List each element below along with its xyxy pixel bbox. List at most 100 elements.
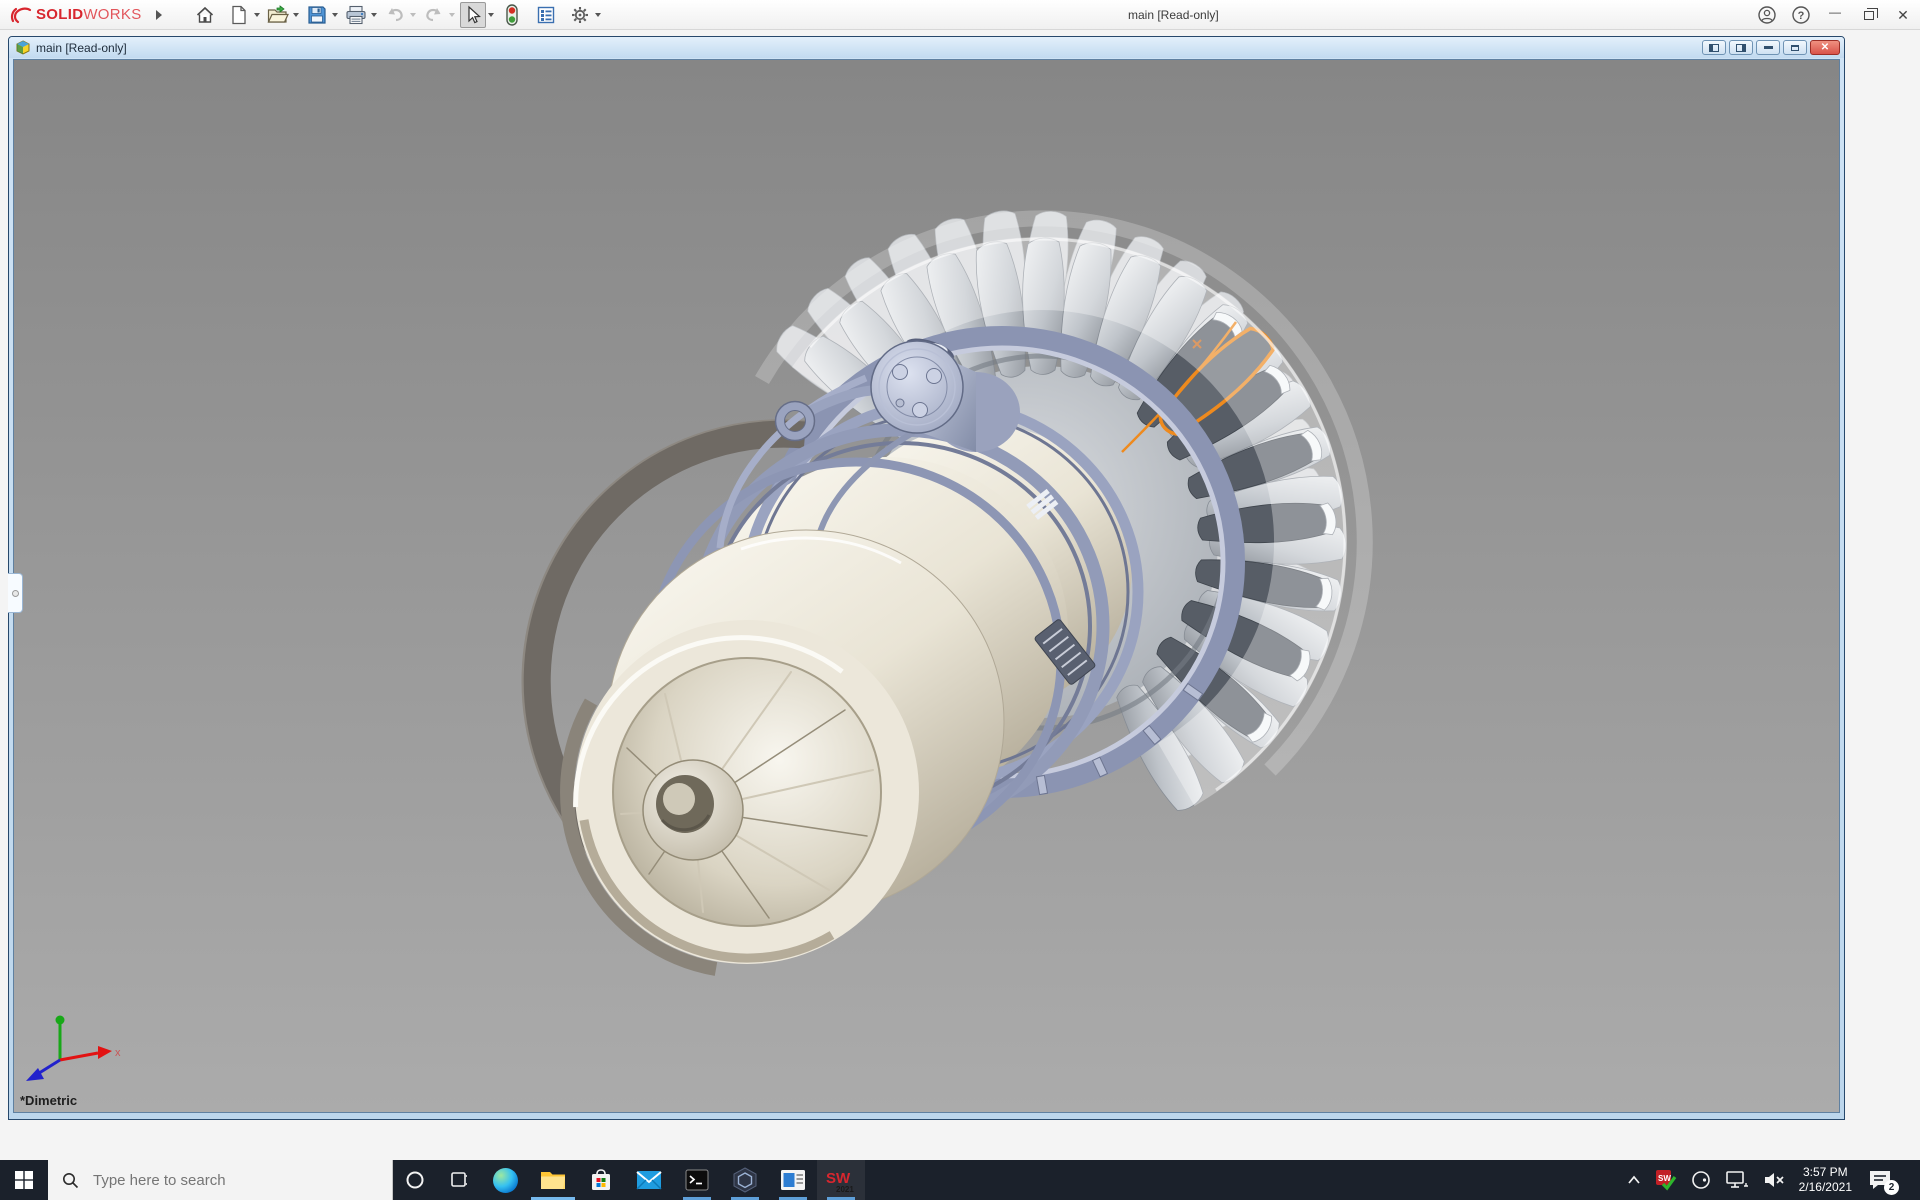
select-dropdown[interactable] — [488, 13, 494, 17]
home-button[interactable] — [192, 2, 218, 28]
flyout-tab-dot — [12, 590, 19, 597]
pane-left-icon — [1709, 44, 1719, 52]
document-title: main [Read-only] — [36, 41, 127, 55]
cortana-icon — [405, 1170, 425, 1190]
graphics-viewport[interactable]: x *Dimetric — [13, 59, 1840, 1113]
solidworks-logo[interactable]: SOLIDWORKS — [0, 5, 142, 25]
document-window: main [Read-only] ✕ — [8, 36, 1845, 1120]
system-tray: SW 3:57 PM 2/16/2021 — [1626, 1160, 1920, 1200]
doc-restore-button[interactable] — [1783, 40, 1807, 55]
restore-button[interactable] — [1852, 0, 1886, 30]
print-icon — [345, 5, 367, 25]
volume-muted-icon[interactable] — [1762, 1170, 1786, 1190]
new-file-icon — [230, 5, 248, 25]
windows-logo-icon — [15, 1171, 33, 1189]
clock-time: 3:57 PM — [1799, 1165, 1852, 1180]
print-button[interactable] — [343, 2, 369, 28]
action-center-button[interactable]: 2 — [1865, 1165, 1895, 1195]
assembly-document-icon — [15, 40, 31, 56]
help-button[interactable]: ? — [1784, 0, 1818, 30]
doc-close-button[interactable]: ✕ — [1810, 40, 1840, 55]
command-prompt-icon — [685, 1169, 709, 1191]
doc-minimize-icon — [1764, 46, 1773, 49]
print-dropdown[interactable] — [371, 13, 377, 17]
new-file-dropdown[interactable] — [254, 13, 260, 17]
new-file-button[interactable] — [226, 2, 252, 28]
save-icon — [307, 5, 327, 25]
mail-icon — [636, 1170, 662, 1190]
clock-date: 2/16/2021 — [1799, 1180, 1852, 1195]
featuremanager-flyout-tab[interactable] — [8, 573, 23, 613]
undo-dropdown[interactable] — [410, 13, 416, 17]
taskbar-app-dev-hexagon[interactable] — [721, 1160, 769, 1200]
file-explorer-icon — [540, 1169, 566, 1191]
minimize-button[interactable]: — — [1818, 0, 1852, 30]
doc-close-icon: ✕ — [1821, 42, 1829, 53]
taskbar-search[interactable] — [48, 1160, 393, 1200]
document-window-controls: ✕ — [1702, 40, 1840, 55]
redo-dropdown[interactable] — [449, 13, 455, 17]
options-gear-icon — [570, 5, 590, 25]
doc-restore-icon — [1791, 45, 1799, 51]
meet-now-icon[interactable] — [1690, 1169, 1712, 1191]
save-button[interactable] — [304, 2, 330, 28]
network-icon[interactable] — [1725, 1170, 1749, 1190]
task-view-button[interactable] — [437, 1160, 481, 1200]
undo-icon — [384, 5, 406, 25]
help-icon: ? — [1791, 5, 1811, 25]
options-button[interactable] — [567, 2, 593, 28]
rebuild-traffic-light-icon — [505, 4, 519, 26]
taskbar-clock[interactable]: 3:57 PM 2/16/2021 — [1799, 1165, 1852, 1195]
rebuild-button[interactable] — [499, 2, 525, 28]
tray-expand-chevron-icon[interactable] — [1626, 1174, 1642, 1186]
open-dropdown[interactable] — [293, 13, 299, 17]
start-button[interactable] — [0, 1160, 48, 1200]
select-cursor-icon — [464, 5, 482, 25]
taskbar-app-solidworks[interactable]: SW 2021 — [817, 1160, 865, 1200]
select-tool-button[interactable] — [460, 2, 486, 28]
search-input[interactable] — [91, 1171, 341, 1190]
app-window-title: main [Read-only] — [1128, 0, 1219, 30]
jet-engine-model[interactable]: x — [14, 60, 1840, 1113]
doc-minimize-button[interactable] — [1756, 40, 1780, 55]
undo-button[interactable] — [382, 2, 408, 28]
logo-text-solid: SOLID — [36, 6, 83, 23]
logo-text-works: WORKS — [83, 6, 141, 23]
taskbar-app-edge[interactable] — [481, 1160, 529, 1200]
cortana-button[interactable] — [393, 1160, 437, 1200]
solidworks-taskbar-icon: SW 2021 — [824, 1166, 858, 1194]
open-button[interactable] — [265, 2, 291, 28]
taskbar-app-mail[interactable] — [625, 1160, 673, 1200]
notification-badge: 2 — [1884, 1180, 1899, 1195]
file-properties-button[interactable] — [533, 2, 559, 28]
orientation-triad: x — [26, 1016, 121, 1082]
doc-pane-right-button[interactable] — [1729, 40, 1753, 55]
document-titlebar[interactable]: main [Read-only] ✕ — [9, 37, 1844, 58]
pane-right-icon — [1736, 44, 1746, 52]
doc-pane-left-button[interactable] — [1702, 40, 1726, 55]
home-icon — [195, 5, 215, 25]
exhaust-nozzle[interactable] — [533, 530, 1004, 969]
taskbar-app-report-window[interactable] — [769, 1160, 817, 1200]
taskbar-app-store[interactable] — [577, 1160, 625, 1200]
svg-text:2021: 2021 — [836, 1185, 854, 1194]
close-button[interactable]: ✕ — [1886, 0, 1920, 30]
edge-icon — [493, 1168, 518, 1193]
svg-text:SW: SW — [1658, 1174, 1671, 1183]
taskbar-app-command-prompt[interactable] — [673, 1160, 721, 1200]
account-button[interactable] — [1750, 0, 1784, 30]
solidworks-tray-icon[interactable]: SW — [1655, 1169, 1677, 1191]
options-dropdown[interactable] — [595, 13, 601, 17]
account-icon — [1757, 5, 1777, 25]
toolbar-expand-arrow[interactable] — [156, 10, 162, 20]
taskbar-app-file-explorer[interactable] — [529, 1160, 577, 1200]
restore-icon — [1864, 11, 1874, 20]
search-icon — [62, 1172, 79, 1189]
save-dropdown[interactable] — [332, 13, 338, 17]
app-toolbar: SOLIDWORKS — [0, 0, 1920, 30]
redo-button[interactable] — [421, 2, 447, 28]
open-folder-icon — [267, 5, 289, 25]
store-icon — [589, 1168, 613, 1192]
app-window-controls: ? — ✕ — [1750, 0, 1920, 30]
file-properties-icon — [536, 5, 556, 25]
